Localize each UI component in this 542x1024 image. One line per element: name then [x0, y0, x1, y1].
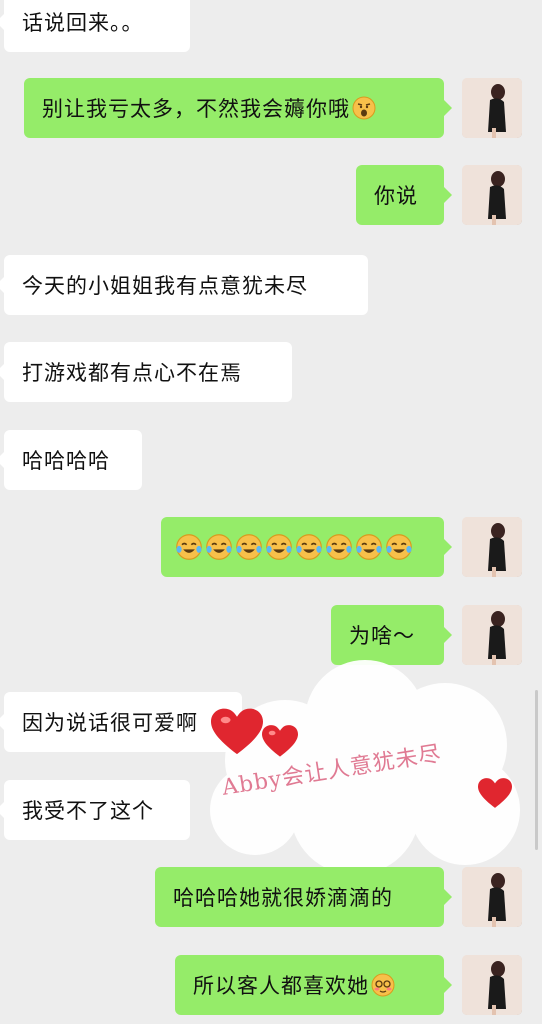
heart-icon — [478, 778, 512, 808]
tears-of-joy-emoji-icon — [326, 534, 352, 560]
avatar[interactable] — [462, 78, 522, 138]
tears-of-joy-emoji-icon — [386, 534, 412, 560]
heart-icon — [262, 725, 298, 757]
emoji-row — [175, 533, 413, 561]
avatar-photo-icon — [462, 867, 522, 927]
message-bubble-incoming[interactable]: 哈哈哈哈 — [0, 430, 142, 490]
message-bubble-outgoing[interactable]: 别让我亏太多，不然我会薅你哦 — [24, 78, 452, 138]
message-text: 你说 — [374, 184, 418, 208]
avatar[interactable] — [462, 165, 522, 225]
shocked-face-emoji-icon — [352, 96, 376, 120]
message-bubble-incoming[interactable]: 因为说话很可爱啊 — [0, 692, 242, 752]
message-text: 我受不了这个 — [22, 799, 154, 823]
message-bubble-outgoing[interactable]: 所以客人都喜欢她 — [175, 955, 452, 1015]
message-bubble-incoming[interactable]: 话说回来。。 — [0, 0, 190, 52]
message-bubble-outgoing[interactable] — [161, 517, 452, 577]
avatar-photo-icon — [462, 517, 522, 577]
message-text: 话说回来。。 — [22, 11, 144, 35]
message-bubble-outgoing[interactable]: 你说 — [356, 165, 452, 225]
message-text: 哈哈哈她就很娇滴滴的 — [173, 886, 393, 910]
tears-of-joy-emoji-icon — [356, 534, 382, 560]
message-text: 打游戏都有点心不在焉 — [22, 361, 242, 385]
message-text: 为啥～ — [349, 624, 415, 648]
tears-of-joy-emoji-icon — [296, 534, 322, 560]
tears-of-joy-emoji-icon — [266, 534, 292, 560]
avatar-photo-icon — [462, 165, 522, 225]
avatar-photo-icon — [462, 955, 522, 1015]
tears-of-joy-emoji-icon — [176, 534, 202, 560]
blushing-face-emoji-icon — [371, 973, 395, 997]
message-bubble-incoming[interactable]: 我受不了这个 — [0, 780, 190, 840]
message-text: 哈哈哈哈 — [22, 449, 110, 473]
message-bubble-incoming[interactable]: 今天的小姐姐我有点意犹未尽 — [0, 255, 368, 315]
message-text: 今天的小姐姐我有点意犹未尽 — [22, 274, 308, 298]
avatar[interactable] — [462, 955, 522, 1015]
message-text: 因为说话很可爱啊 — [22, 711, 198, 735]
scrollbar[interactable] — [535, 690, 538, 850]
message-text: 所以客人都喜欢她 — [193, 974, 369, 998]
message-bubble-outgoing[interactable]: 哈哈哈她就很娇滴滴的 — [155, 867, 452, 927]
tears-of-joy-emoji-icon — [236, 534, 262, 560]
message-text: 别让我亏太多，不然我会薅你哦 — [42, 97, 350, 121]
tears-of-joy-emoji-icon — [206, 534, 232, 560]
heart-icon — [211, 708, 263, 755]
avatar[interactable] — [462, 867, 522, 927]
message-bubble-incoming[interactable]: 打游戏都有点心不在焉 — [0, 342, 292, 402]
avatar-photo-icon — [462, 78, 522, 138]
avatar[interactable] — [462, 517, 522, 577]
